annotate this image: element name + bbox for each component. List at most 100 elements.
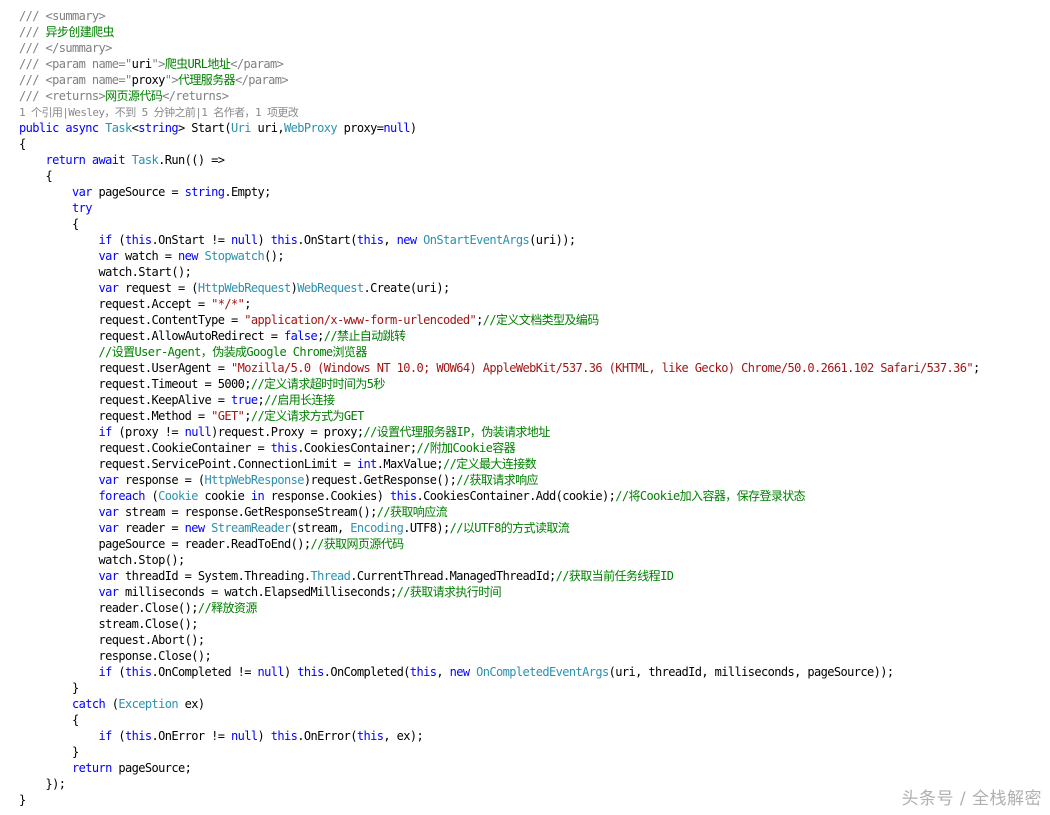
code-line: var stream = response.GetResponseStream(… [19,504,1049,520]
doc-comment-token: /// <returns> [19,89,106,103]
code-line: watch.Stop(); [19,552,1049,568]
code-token: stream.Close(); [19,617,198,631]
code-token: , [436,665,450,679]
code-line: { [19,136,1049,152]
code-line: }); [19,776,1049,792]
codelens-line[interactable]: 1 个引用|Wesley，不到 5 分钟之前|1 名作者，1 项更改 [19,104,1049,120]
code-token: ) [409,121,417,135]
code-line: var reader = new StreamReader(stream, En… [19,520,1049,536]
code-line: if (this.OnCompleted != null) this.OnCom… [19,664,1049,680]
code-token: request.KeepAlive = [19,393,231,407]
doc-comment-token: /// <summary> [19,9,106,23]
code-line: request.KeepAlive = true;//启用长连接 [19,392,1049,408]
comment-token: //获取网页源代码 [310,537,404,551]
code-token: .Empty; [224,185,271,199]
keyword-token: in [250,489,265,503]
comment-token: //定义请求方式为GET [250,409,365,423]
code-token: )request.GetResponse(); [303,473,457,487]
keyword-token: var [98,281,119,295]
doc-comment-token: </param> [230,57,284,71]
type-token: HttpWebRequest [197,281,291,295]
type-token: OnCompletedEventArgs [476,665,609,679]
code-token: ( [111,729,125,743]
code-token: request.Accept = [19,297,212,311]
comment-token: 代理服务器 [178,73,236,87]
code-line: { [19,712,1049,728]
code-line: return pageSource; [19,760,1049,776]
keyword-token: null [257,665,285,679]
keyword-token: this [390,489,417,503]
code-token: request.Timeout = 5000; [19,377,251,391]
code-line: request.Accept = "*/*"; [19,296,1049,312]
code-token: uri, [250,121,284,135]
keyword-token: new [184,521,212,535]
code-token: ( [105,697,119,711]
code-token: reader.Close(); [19,601,198,615]
code-line: //设置User-Agent，伪装成Google Chrome浏览器 [19,344,1049,360]
watermark: 头条号 / 全栈解密 [901,789,1042,809]
code-token: .MaxValue; [376,457,444,471]
code-token: uri [131,57,152,71]
code-token: request.Abort(); [19,633,205,647]
keyword-token: string [138,121,178,135]
keyword-token: return await [45,153,132,167]
code-line: /// <returns>网页源代码</returns> [19,88,1049,104]
code-line: /// <param name="proxy">代理服务器</param> [19,72,1049,88]
comment-token: //禁止自动跳转 [323,329,406,343]
string-token: "application/x-www-form-urlencoded" [244,313,477,327]
comment-token: //将Cookie加入容器，保存登录状态 [615,489,806,503]
code-token: ) [257,729,271,743]
code-token: (); [264,249,284,263]
keyword-token: null [231,233,258,247]
code-token: (proxy != [111,425,185,439]
code-token: )request.Proxy = proxy; [211,425,364,439]
type-token: Stopwatch [204,249,265,263]
keyword-token: null [184,425,212,439]
code-line: var milliseconds = watch.ElapsedMillisec… [19,584,1049,600]
code-token: .Run(() => [158,153,225,167]
code-token: ) [257,233,271,247]
code-token: > Start( [178,121,232,135]
code-token: ; [244,409,251,423]
comment-token: //获取当前任务线程ID [555,569,674,583]
code-line: watch.Start(); [19,264,1049,280]
type-token: StreamReader [211,521,291,535]
type-token: Thread [310,569,351,583]
code-token: ; [476,313,483,327]
code-token: .OnError( [297,729,357,743]
comment-token: //定义文档类型及编码 [482,313,599,327]
type-token: Task [105,121,132,135]
keyword-token: this [356,729,384,743]
code-token: watch = [118,249,178,263]
code-line: request.UserAgent = "Mozilla/5.0 (Window… [19,360,1049,376]
code-line: response.Close(); [19,648,1049,664]
code-line: /// 异步创建爬虫 [19,24,1049,40]
comment-token: //附加Cookie容器 [416,441,516,455]
keyword-token: this [356,233,384,247]
code-token: } [19,745,79,759]
code-line: return await Task.Run(() => [19,152,1049,168]
code-token: proxy [131,73,166,87]
comment-token: 网页源代码 [105,89,163,103]
code-line: stream.Close(); [19,616,1049,632]
code-token: (stream, [290,521,351,535]
code-line: request.Method = "GET";//定义请求方式为GET [19,408,1049,424]
comment-token: //释放资源 [197,601,257,615]
code-token: } [19,681,79,695]
code-editor[interactable]: /// <summary>/// 异步创建爬虫/// </summary>///… [19,8,1049,808]
keyword-token: foreach [98,489,146,503]
code-token: pageSource = [91,185,185,199]
comment-token: //定义请求超时时间为5秒 [250,377,385,391]
keyword-token: null [231,729,258,743]
keyword-token: this [125,233,152,247]
code-line: catch (Exception ex) [19,696,1049,712]
code-token: .OnStart( [297,233,357,247]
comment-token: //获取请求执行时间 [396,585,502,599]
